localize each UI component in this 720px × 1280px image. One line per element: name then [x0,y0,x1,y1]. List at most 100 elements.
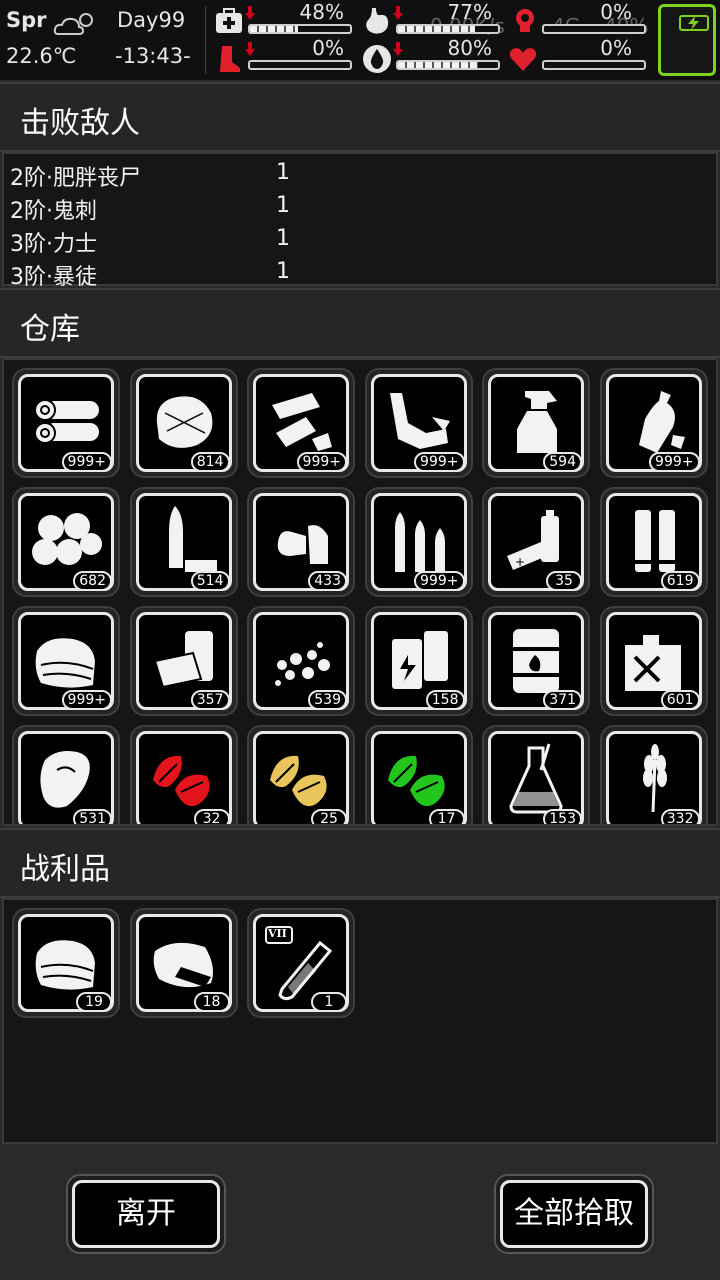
spray-bottle-icon [517,391,557,453]
item-quantity: 514 [190,571,230,591]
item-quantity: 619 [660,571,700,591]
medkit-icon [216,8,242,33]
item-slot[interactable]: 601 [599,606,708,716]
item-slot[interactable]: 682 [12,487,120,597]
item-quantity: 35 [546,571,582,591]
item-slot[interactable]: 371 [482,606,590,716]
item-quantity: 814 [190,452,230,472]
item-quantity: 999+ [61,690,112,710]
cloth-icon [35,940,95,990]
item-slot[interactable]: 999+ [12,368,120,478]
power-cells-icon [391,631,448,689]
item-quantity: 433 [308,571,347,591]
defeated-enemies-title: 击败敌人 [20,106,140,141]
item-quantity: 999+ [61,452,112,472]
heart-bar [542,60,646,70]
defeated-enemies-list[interactable]: 2阶·肥胖丧尸 1 2阶·鬼刺 1 3阶·力士 1 3阶·暴徒 1 [2,152,718,290]
item-quantity: 153 [543,809,582,824]
storage-header: 仓库 [0,288,720,358]
enemy-name: 2阶·鬼刺 [10,199,97,224]
storage-title: 仓库 [20,312,80,347]
item-slot[interactable]: 999+ [364,368,473,478]
item-slot[interactable]: 332 [599,725,708,824]
sanity-icon [516,9,534,32]
plastic-bottle-icon [638,391,685,453]
green-herb-icon [387,755,445,807]
item-slot[interactable]: 619 [599,487,708,597]
item-quantity: 32 [193,809,230,824]
flask-icon [509,743,563,814]
stomach-icon [366,8,389,34]
svg-text:+: + [515,555,525,569]
item-slot[interactable]: 158 [364,606,473,716]
item-quantity: 371 [543,690,582,710]
health-down-arrow-icon [245,6,255,20]
loot-title: 战利品 [20,852,110,887]
enemy-count: 1 [276,193,290,218]
item-quantity: 594 [543,452,582,472]
wheat-icon [642,744,667,813]
item-slot[interactable]: 17 [364,725,473,824]
enemy-count: 1 [276,259,290,284]
batteries-icon: + [507,510,559,570]
item-slot[interactable]: 999+ [12,606,120,716]
jerrycan-icon [624,635,681,691]
item-quantity: 999+ [414,452,465,472]
shotgun-shells-icon [634,510,675,572]
sanity-bar [542,24,646,34]
item-slot[interactable]: 25 [247,725,355,824]
item-slot[interactable]: 594 [482,368,590,478]
item-slot[interactable]: 531 [12,725,120,824]
stomach-bar [396,24,500,34]
item-slot[interactable]: 999+ [599,368,708,478]
item-slot[interactable]: 514 [129,487,238,597]
charging-bolt-icon [688,16,699,30]
enemy-name: 3阶·暴徒 [10,265,97,290]
item-slot[interactable]: 19 [12,908,120,1018]
loot-grid[interactable]: 19 18 VII 1 [2,898,718,1144]
water-down-arrow-icon [393,42,403,56]
cotton-fiber-icon [156,396,212,448]
item-slot[interactable]: +35 [482,487,590,597]
water-drop-icon [363,45,391,73]
item-slot[interactable]: 433 [247,487,355,597]
storage-grid[interactable]: 999+ 814 999+ 999+ 594 999+ 682 514 433 999+ +35 61… [2,358,718,826]
weather-icon [53,13,93,35]
stomach-down-arrow-icon [393,6,403,20]
item-slot[interactable]: 153 [482,725,590,824]
leave-button[interactable]: 离开 [72,1180,220,1248]
item-slot[interactable]: 814 [129,368,238,478]
temperature: 22.6℃ [6,44,77,68]
item-slot[interactable]: 999+ [364,487,473,597]
item-quantity: 158 [425,690,465,710]
item-quantity: 17 [428,809,465,824]
loot-header: 战利品 [0,828,720,898]
health-bar [248,24,352,34]
leather-pouch-icon [153,942,213,988]
item-quantity: 999+ [649,452,700,472]
water-percent: 80% [447,36,492,60]
item-slot[interactable]: 357 [129,606,238,716]
take-all-button[interactable]: 全部拾取 [500,1180,648,1248]
defeated-enemies-header: 击败敌人 [0,82,720,152]
item-slot[interactable]: VII 1 [247,908,355,1018]
heart-icon [509,48,537,71]
item-slot[interactable]: 32 [129,725,238,824]
water-bar [396,60,500,70]
item-slot[interactable]: 539 [247,606,355,716]
enemy-count: 1 [276,160,290,185]
item-quantity: 999+ [296,452,347,472]
glass-shards-icon [272,393,332,451]
logs-icon [34,399,99,444]
device-battery-button[interactable] [658,4,716,76]
item-quantity: 601 [660,690,700,710]
injury-down-arrow-icon [245,42,255,56]
item-quantity: 999+ [414,571,465,591]
item-slot[interactable]: 18 [129,908,238,1018]
enemy-name: 2阶·肥胖丧尸 [10,166,141,191]
item-quantity: 1 [311,992,347,1012]
canned-food-icon [153,631,213,689]
season-label: Spr [6,8,47,32]
item-slot[interactable]: 999+ [247,368,355,478]
cotton-bolls-icon [32,513,102,565]
